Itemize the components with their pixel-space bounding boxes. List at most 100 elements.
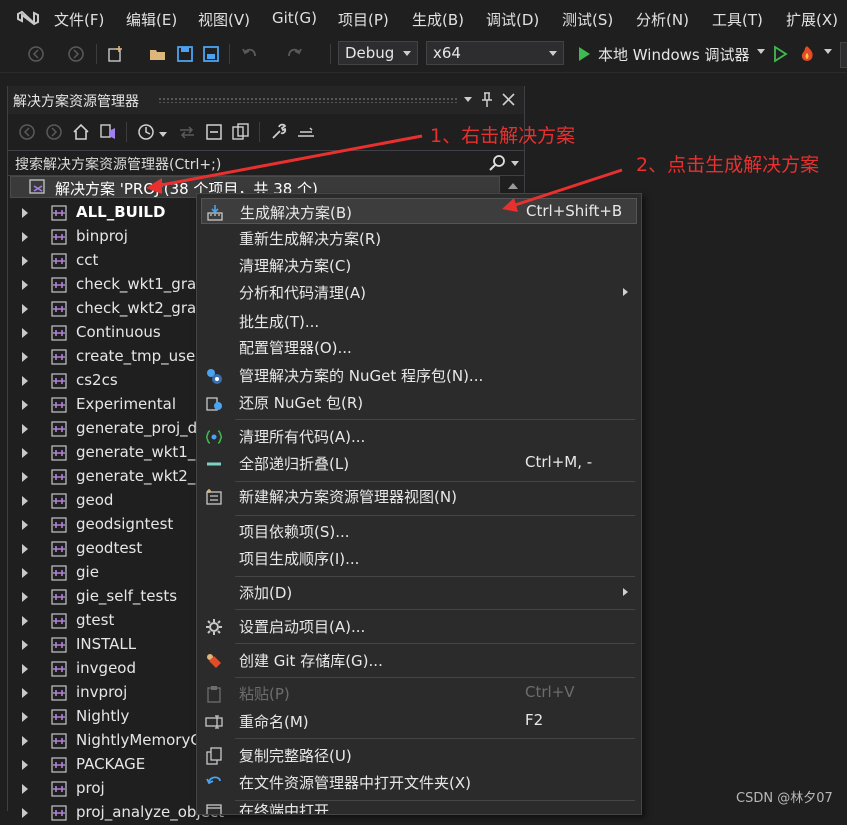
context-menu-item[interactable]: 项目生成顺序(I)... <box>197 545 641 571</box>
hot-reload-icon[interactable] <box>797 44 817 64</box>
back-icon[interactable] <box>26 44 46 64</box>
project-label: cct <box>76 251 99 269</box>
scroll-up-icon[interactable] <box>508 183 518 189</box>
context-menu-item[interactable]: 粘贴(P) Ctrl+V <box>197 680 641 706</box>
expand-arrow-icon[interactable] <box>22 328 28 338</box>
expand-arrow-icon[interactable] <box>22 472 28 482</box>
panel-grip[interactable] <box>158 97 458 103</box>
menu-git[interactable]: Git(G) <box>272 9 317 27</box>
menu-extensions[interactable]: 扩展(X) <box>786 9 838 30</box>
expand-arrow-icon[interactable] <box>22 616 28 626</box>
visual-studio-logo-icon[interactable] <box>16 7 40 29</box>
expand-arrow-icon[interactable] <box>22 400 28 410</box>
context-menu-item[interactable]: 项目依赖项(S)... <box>197 518 641 544</box>
switch-views-icon[interactable] <box>98 122 118 142</box>
context-menu-item[interactable]: 设置启动项目(A)... <box>197 613 641 639</box>
expand-arrow-icon[interactable] <box>22 568 28 578</box>
expand-arrow-icon[interactable] <box>22 232 28 242</box>
context-menu-item[interactable]: 重新生成解决方案(R) <box>197 225 641 251</box>
menu-tools[interactable]: 工具(T) <box>712 9 763 30</box>
chevron-down-icon[interactable] <box>757 49 765 54</box>
menu-project[interactable]: 项目(P) <box>338 9 389 30</box>
expand-arrow-icon[interactable] <box>22 280 28 290</box>
close-icon[interactable] <box>502 93 515 106</box>
context-menu-item[interactable]: 在文件资源管理器中打开文件夹(X) <box>197 769 641 795</box>
chevron-down-icon[interactable] <box>824 49 832 54</box>
redo-icon[interactable] <box>284 44 304 64</box>
expand-arrow-icon[interactable] <box>22 688 28 698</box>
home-icon[interactable] <box>71 122 91 142</box>
toolbar-separator <box>229 44 230 64</box>
start-debugging-icon[interactable] <box>574 44 594 64</box>
context-menu-item[interactable]: 批生成(T)... <box>197 308 641 334</box>
menu-test[interactable]: 测试(S) <box>562 9 613 30</box>
expand-arrow-icon[interactable] <box>22 808 28 818</box>
menu-build[interactable]: 生成(B) <box>412 9 464 30</box>
sync-with-active-document-icon[interactable] <box>177 122 197 142</box>
context-menu-item[interactable]: 清理所有代码(A)... <box>197 423 641 449</box>
context-menu-item[interactable]: 全部递归折叠(L) Ctrl+M, - <box>197 450 641 476</box>
expand-arrow-icon[interactable] <box>22 712 28 722</box>
configuration-dropdown[interactable]: Debug <box>338 41 418 65</box>
start-without-debugging-icon[interactable] <box>770 44 790 64</box>
open-folder-icon[interactable] <box>148 44 168 64</box>
save-icon[interactable] <box>175 44 195 64</box>
forward-icon[interactable] <box>66 44 86 64</box>
expand-arrow-icon[interactable] <box>22 592 28 602</box>
context-menu-item[interactable]: 添加(D) <box>197 579 641 605</box>
pending-changes-filter-icon[interactable] <box>136 122 156 142</box>
solution-explorer-search[interactable]: 搜索解决方案资源管理器(Ctrl+;) <box>8 150 524 176</box>
context-menu-item[interactable]: 分析和代码清理(A) <box>197 279 641 305</box>
show-all-files-icon[interactable] <box>231 122 251 142</box>
toolbar-overflow[interactable] <box>840 42 847 68</box>
forward-icon[interactable] <box>44 122 64 142</box>
search-icon[interactable] <box>489 154 506 171</box>
debugger-label[interactable]: 本地 Windows 调试器 <box>598 44 750 65</box>
expand-arrow-icon[interactable] <box>22 760 28 770</box>
context-menu-item[interactable]: 创建 Git 存储库(G)... <box>197 647 641 673</box>
menu-item-label: 清理解决方案(C) <box>239 257 352 275</box>
context-menu-item[interactable]: 生成解决方案(B) Ctrl+Shift+B <box>201 198 637 224</box>
context-menu-item[interactable]: 还原 NuGet 包(R) <box>197 389 641 415</box>
platform-dropdown[interactable]: x64 <box>426 41 564 65</box>
context-menu-item[interactable]: 重命名(M) F2 <box>197 708 641 734</box>
new-project-icon[interactable] <box>106 44 126 64</box>
menu-separator <box>235 576 635 577</box>
context-menu-item[interactable]: 清理解决方案(C) <box>197 252 641 278</box>
chevron-down-icon[interactable] <box>511 161 519 166</box>
expand-arrow-icon[interactable] <box>22 424 28 434</box>
window-position-icon[interactable] <box>464 97 472 102</box>
menu-edit[interactable]: 编辑(E) <box>126 9 177 30</box>
expand-arrow-icon[interactable] <box>22 544 28 554</box>
expand-arrow-icon[interactable] <box>22 640 28 650</box>
context-menu-item[interactable]: 配置管理器(O)... <box>197 334 641 360</box>
expand-arrow-icon[interactable] <box>22 520 28 530</box>
menu-analyze[interactable]: 分析(N) <box>636 9 689 30</box>
context-menu-item[interactable]: 管理解决方案的 NuGet 程序包(N)... <box>197 362 641 388</box>
expand-arrow-icon[interactable] <box>22 304 28 314</box>
collapse-all-icon[interactable] <box>204 122 224 142</box>
menu-debug[interactable]: 调试(D) <box>486 9 539 30</box>
back-icon[interactable] <box>17 122 37 142</box>
expand-arrow-icon[interactable] <box>22 256 28 266</box>
pin-icon[interactable] <box>480 92 494 108</box>
cpp-project-icon <box>51 637 67 653</box>
save-all-icon[interactable] <box>201 44 221 64</box>
expand-arrow-icon[interactable] <box>22 376 28 386</box>
context-menu-item[interactable]: 新建解决方案资源管理器视图(N) <box>197 483 641 509</box>
properties-wrench-icon[interactable] <box>269 122 289 142</box>
chevron-down-icon[interactable] <box>159 132 167 137</box>
preview-selected-items-icon[interactable] <box>296 122 316 142</box>
expand-arrow-icon[interactable] <box>22 664 28 674</box>
expand-arrow-icon[interactable] <box>22 208 28 218</box>
expand-arrow-icon[interactable] <box>22 784 28 794</box>
expand-arrow-icon[interactable] <box>22 448 28 458</box>
undo-icon[interactable] <box>240 44 260 64</box>
expand-arrow-icon[interactable] <box>22 352 28 362</box>
context-menu-item[interactable]: 复制完整路径(U) <box>197 742 641 768</box>
menu-file[interactable]: 文件(F) <box>54 9 104 30</box>
context-menu-item[interactable]: 在终端中打开 <box>197 797 641 814</box>
menu-view[interactable]: 视图(V) <box>198 9 250 30</box>
expand-arrow-icon[interactable] <box>22 736 28 746</box>
expand-arrow-icon[interactable] <box>22 496 28 506</box>
